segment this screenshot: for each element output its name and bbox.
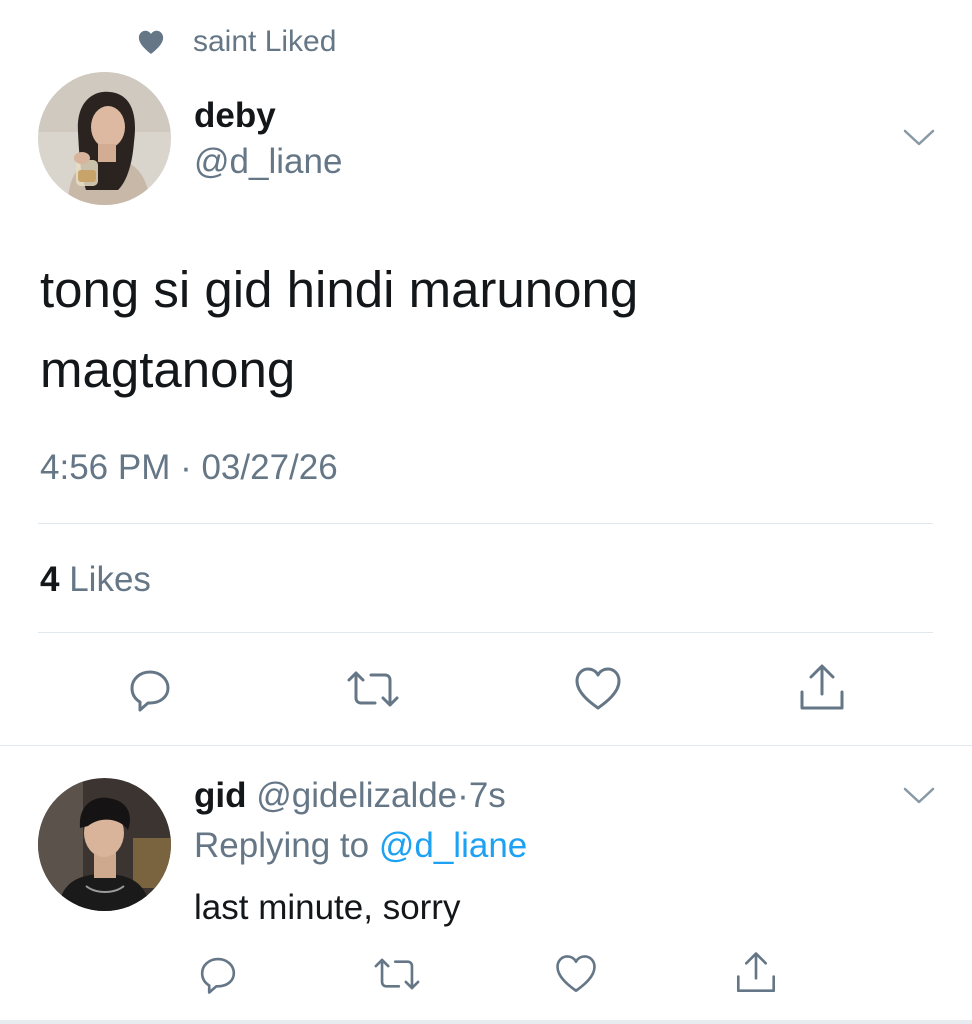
social-context: saint Liked [136,22,336,62]
reply-display-name[interactable]: gid [194,776,246,815]
retweet-icon [374,958,420,990]
share-icon [800,664,844,710]
likes-count[interactable]: 4 Likes [40,560,151,600]
like-button[interactable] [553,952,599,996]
tweet-text-line: tong si gid hindi marunong [40,261,639,318]
chevron-down-icon[interactable] [902,786,936,806]
divider [38,523,933,524]
share-button[interactable] [733,950,779,996]
avatar[interactable] [38,778,171,911]
divider [0,1020,972,1024]
reply-icon [130,670,170,712]
replying-to: Replying to @d_liane [194,826,527,866]
reply-time[interactable]: 7s [469,776,506,815]
tweet-text: tong si gid hindi marunong magtanong [40,250,920,410]
like-icon [556,955,596,993]
like-button[interactable] [572,664,624,714]
heart-icon [138,30,164,54]
likes-label: Likes [69,560,151,599]
avatar[interactable] [38,72,171,205]
tweet-timestamp[interactable]: 4:56 PM · 03/27/26 [40,448,338,488]
chevron-down-icon[interactable] [902,128,936,148]
reply-button[interactable] [125,664,175,714]
display-name[interactable]: deby [194,96,276,136]
retweet-button[interactable] [372,952,422,996]
reply-icon [200,957,236,994]
divider [38,632,933,633]
reply-button[interactable] [196,952,240,996]
replying-to-mention[interactable]: @d_liane [379,826,527,865]
share-button[interactable] [796,662,848,714]
retweet-button[interactable] [345,664,401,714]
replying-to-label: Replying to [194,826,370,865]
reply-header: gid @gidelizalde·7s [194,776,506,816]
retweet-icon [347,671,399,707]
reply-user-handle[interactable]: @gidelizalde [256,776,457,815]
user-handle[interactable]: @d_liane [194,142,342,182]
social-context-text: saint Liked [193,25,337,58]
reply-separator: · [457,776,469,815]
likes-number: 4 [40,560,60,599]
divider [0,745,972,746]
tweet-detail-page: saint Liked deby @d_liane tong si gid hi… [0,0,972,1024]
tweet-text-line: magtanong [40,341,296,398]
like-icon [575,667,621,710]
reply-text: last minute, sorry [194,888,461,927]
share-icon [736,952,776,993]
